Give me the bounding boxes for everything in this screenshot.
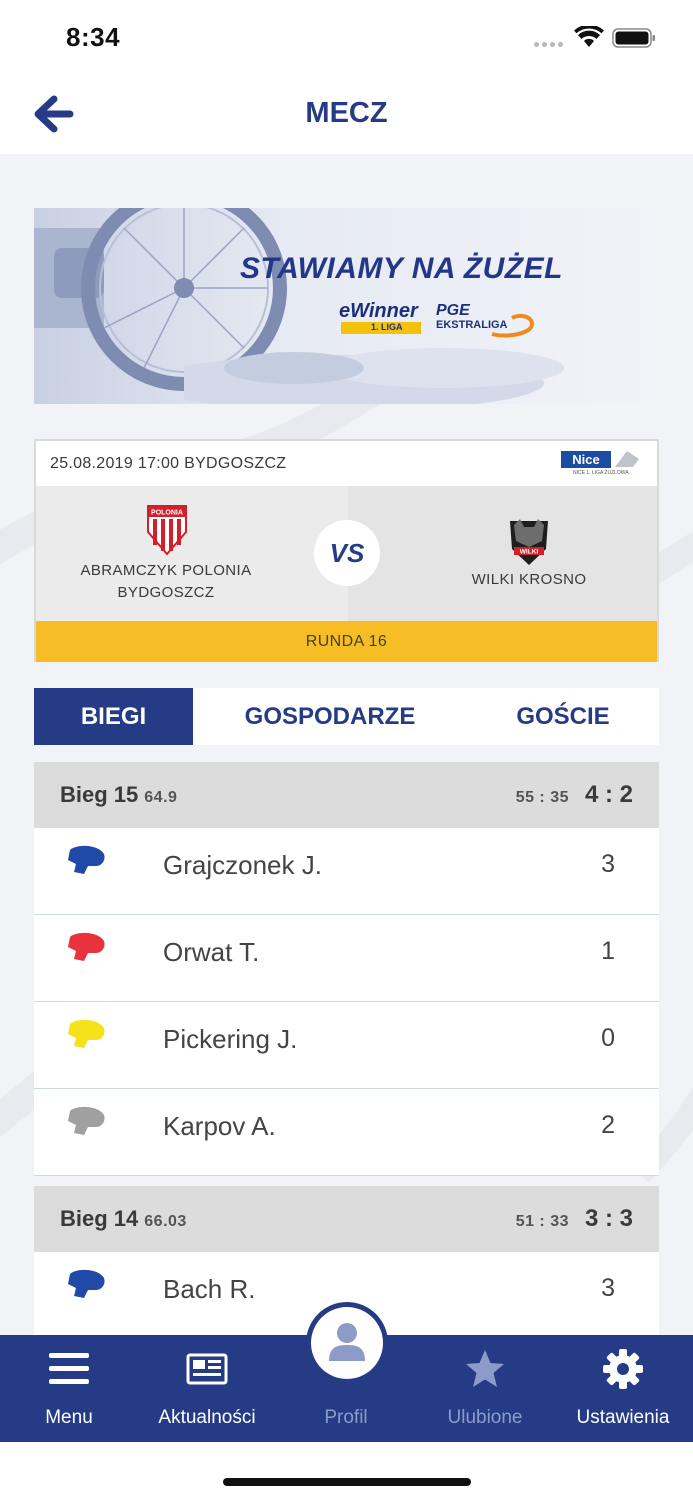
rider-row: Grajczonek J. 3 xyxy=(34,828,659,915)
tabbar-label: Aktualności xyxy=(158,1407,256,1428)
hamburger-icon xyxy=(49,1353,89,1384)
gear-icon xyxy=(603,1349,643,1389)
match-datetime: 25.08.2019 17:00 BYDGOSZCZ xyxy=(50,455,287,472)
segment-tabs: BIEGI GOSPODARZE GOŚCIE xyxy=(34,688,659,745)
rider-name: Karpov A. xyxy=(163,1111,276,1141)
heat-total-score: 51 : 33 xyxy=(515,1213,569,1230)
cellular-signal-icon xyxy=(534,42,563,47)
match-info-header: 25.08.2019 17:00 BYDGOSZCZ Nice NICE 1. … xyxy=(36,441,657,486)
heat-header: Bieg 15 64.9 55 : 35 4 : 2 xyxy=(34,762,659,828)
wifi-icon xyxy=(574,26,604,47)
heat-time: 66.03 xyxy=(144,1213,187,1230)
tabbar-label: Ulubione xyxy=(447,1407,523,1428)
heat-score: 4 : 2 xyxy=(584,781,633,808)
helmet-icon xyxy=(68,1269,105,1298)
away-team-name: WILKI KROSNO xyxy=(471,571,587,588)
tabbar-item-favorites[interactable]: Ulubione xyxy=(416,1335,554,1442)
vs-badge: VS xyxy=(314,520,380,586)
rider-points: 3 xyxy=(601,850,615,878)
tab-gospodarze[interactable]: GOSPODARZE xyxy=(193,688,467,745)
banner-headline: STAWIAMY NA ŻUŻEL xyxy=(240,252,563,285)
helmet-icon xyxy=(68,845,105,874)
helmet-icon xyxy=(68,1106,105,1135)
home-indicator-area xyxy=(0,1442,693,1500)
svg-text:WILKI: WILKI xyxy=(520,549,539,556)
tabbar-label: Menu xyxy=(45,1407,93,1428)
heat-time: 64.9 xyxy=(144,789,178,806)
newspaper-icon xyxy=(186,1353,228,1385)
rider-name: Grajczonek J. xyxy=(163,850,322,880)
helmet-icon xyxy=(68,932,105,961)
rider-row: Karpov A. 2 xyxy=(34,1089,659,1176)
heat-total-score: 55 : 35 xyxy=(515,789,569,806)
heats-list[interactable]: Bieg 15 64.9 55 : 35 4 : 2 Grajczonek J. … xyxy=(34,762,659,1339)
rider-name: Pickering J. xyxy=(163,1024,298,1054)
tab-biegi[interactable]: BIEGI xyxy=(34,688,193,745)
tabbar-item-news[interactable]: Aktualności xyxy=(138,1335,276,1442)
rider-name: Bach R. xyxy=(163,1274,256,1304)
status-bar: 8:34 xyxy=(0,0,693,76)
nice-league-logo: Nice NICE 1. LIGA ŻUŻLOWA xyxy=(561,449,643,479)
helmet-icon xyxy=(68,1019,105,1048)
round-label: RUNDA 16 xyxy=(36,621,657,662)
rider-points: 0 xyxy=(601,1024,615,1052)
rider-name: Orwat T. xyxy=(163,937,260,967)
user-icon xyxy=(329,1323,365,1361)
ewinner-logo: eWinner 1. LIGA xyxy=(339,300,423,336)
away-team-panel xyxy=(348,486,657,621)
tabbar-item-menu[interactable]: Menu xyxy=(0,1335,138,1442)
tabbar-label: Profil xyxy=(324,1407,368,1428)
star-icon xyxy=(466,1350,504,1387)
status-time: 8:34 xyxy=(66,22,121,52)
home-team-name: ABRAMCZYK POLONIA BYDGOSZCZ xyxy=(80,562,252,601)
match-card: 25.08.2019 17:00 BYDGOSZCZ Nice NICE 1. … xyxy=(34,439,659,662)
dust-cloud-image xyxy=(184,348,564,404)
profile-button[interactable] xyxy=(306,1302,388,1384)
promo-banner[interactable]: STAWIAMY NA ŻUŻEL eWinner 1. LIGA PGE EK… xyxy=(34,208,659,404)
rider-row: Orwat T. 1 xyxy=(34,915,659,1002)
heat-header: Bieg 14 66.03 51 : 33 3 : 3 xyxy=(34,1186,659,1252)
away-team-crest: WILKI xyxy=(510,519,548,565)
rider-points: 2 xyxy=(601,1111,615,1139)
rider-row: Pickering J. 0 xyxy=(34,1002,659,1089)
heat-name: Bieg 14 xyxy=(60,1206,139,1231)
svg-text:POLONIA: POLONIA xyxy=(151,510,183,517)
heat-name: Bieg 15 xyxy=(60,782,139,807)
navigation-bar: MECZ xyxy=(0,76,693,154)
pge-ekstraliga-logo: PGE EKSTRALIGA xyxy=(436,302,536,338)
heat-score: 3 : 3 xyxy=(584,1205,633,1232)
home-team-crest: POLONIA xyxy=(147,505,187,556)
tabbar-label: Ustawienia xyxy=(576,1407,670,1428)
page-title: MECZ xyxy=(305,97,388,129)
tab-goscie[interactable]: GOŚCIE xyxy=(467,688,659,745)
battery-icon xyxy=(612,28,655,48)
rider-points: 1 xyxy=(601,937,615,965)
rider-points: 3 xyxy=(601,1274,615,1302)
tabbar-item-settings[interactable]: Ustawienia xyxy=(554,1335,692,1442)
home-indicator[interactable] xyxy=(223,1478,471,1486)
